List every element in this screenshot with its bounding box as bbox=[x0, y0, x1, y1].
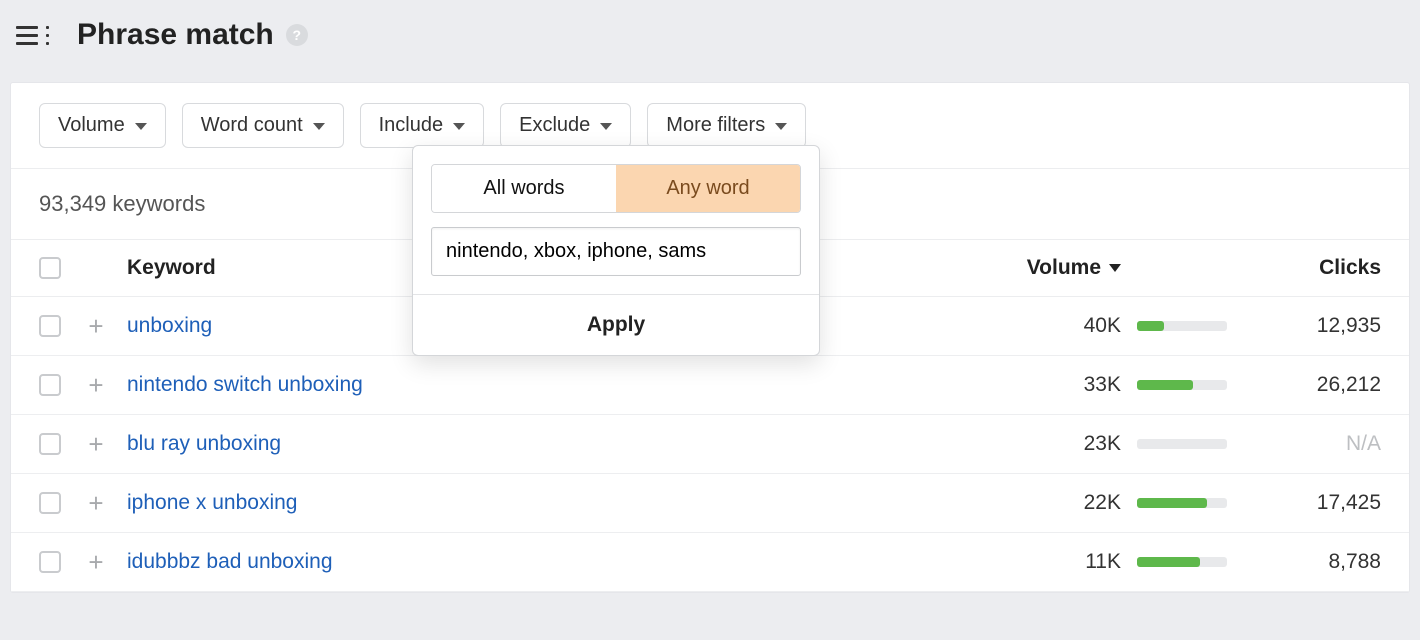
word-count-filter-button[interactable]: Word count bbox=[182, 103, 344, 148]
clicks-bar bbox=[1137, 321, 1227, 331]
include-terms-input[interactable] bbox=[431, 227, 801, 276]
clicks-bar bbox=[1137, 498, 1227, 508]
include-apply-button[interactable]: Apply bbox=[413, 294, 819, 355]
add-keyword-button[interactable]: + bbox=[83, 431, 109, 457]
row-checkbox[interactable] bbox=[39, 492, 61, 514]
hamburger-menu-button[interactable] bbox=[16, 21, 49, 49]
exclude-filter-button[interactable]: Exclude bbox=[500, 103, 631, 148]
segment-all-words[interactable]: All words bbox=[432, 165, 616, 212]
clicks-value: 8,788 bbox=[1231, 550, 1381, 574]
chevron-down-icon bbox=[135, 123, 147, 130]
chevron-down-icon bbox=[313, 123, 325, 130]
add-keyword-button[interactable]: + bbox=[83, 372, 109, 398]
add-keyword-button[interactable]: + bbox=[83, 549, 109, 575]
segment-any-word[interactable]: Any word bbox=[616, 165, 800, 212]
volume-value: 40K bbox=[971, 314, 1121, 338]
include-filter-label: Include bbox=[379, 114, 444, 137]
keyword-link[interactable]: blu ray unboxing bbox=[127, 432, 971, 456]
add-keyword-button[interactable]: + bbox=[83, 313, 109, 339]
main-panel: Volume Word count Include Exclude More f… bbox=[10, 82, 1410, 593]
column-header-clicks[interactable]: Clicks bbox=[1231, 256, 1381, 280]
add-keyword-button[interactable]: + bbox=[83, 490, 109, 516]
clicks-bar bbox=[1137, 439, 1227, 449]
help-icon[interactable]: ? bbox=[286, 24, 308, 46]
table-row: + idubbbz bad unboxing11K 8,788 bbox=[11, 533, 1409, 592]
clicks-value: 12,935 bbox=[1231, 314, 1381, 338]
table-row: + iphone x unboxing22K 17,425 bbox=[11, 474, 1409, 533]
exclude-filter-label: Exclude bbox=[519, 114, 590, 137]
filters-bar: Volume Word count Include Exclude More f… bbox=[11, 83, 1409, 169]
more-filters-button[interactable]: More filters bbox=[647, 103, 806, 148]
row-checkbox[interactable] bbox=[39, 315, 61, 337]
table-row: + nintendo switch unboxing33K 26,212 bbox=[11, 356, 1409, 415]
hamburger-icon bbox=[16, 21, 44, 49]
volume-value: 22K bbox=[971, 491, 1121, 515]
volume-filter-label: Volume bbox=[58, 114, 125, 137]
hamburger-dots-icon bbox=[46, 26, 49, 45]
table-row: + blu ray unboxing23K N/A bbox=[11, 415, 1409, 474]
include-filter-popup: All words Any word Apply bbox=[412, 145, 820, 356]
clicks-value: N/A bbox=[1231, 432, 1381, 456]
more-filters-label: More filters bbox=[666, 114, 765, 137]
row-checkbox[interactable] bbox=[39, 374, 61, 396]
chevron-down-icon bbox=[775, 123, 787, 130]
app-header: Phrase match ? bbox=[0, 0, 1420, 76]
volume-filter-button[interactable]: Volume bbox=[39, 103, 166, 148]
volume-value: 11K bbox=[971, 550, 1121, 574]
clicks-bar bbox=[1137, 380, 1227, 390]
sort-desc-icon bbox=[1109, 264, 1121, 272]
include-mode-segmented: All words Any word bbox=[431, 164, 801, 213]
page-title: Phrase match bbox=[77, 18, 274, 52]
row-checkbox[interactable] bbox=[39, 551, 61, 573]
include-filter-button[interactable]: Include bbox=[360, 103, 485, 148]
keyword-link[interactable]: nintendo switch unboxing bbox=[127, 373, 971, 397]
clicks-value: 26,212 bbox=[1231, 373, 1381, 397]
column-header-volume-label: Volume bbox=[1027, 256, 1101, 280]
word-count-filter-label: Word count bbox=[201, 114, 303, 137]
chevron-down-icon bbox=[600, 123, 612, 130]
keyword-link[interactable]: iphone x unboxing bbox=[127, 491, 971, 515]
volume-value: 23K bbox=[971, 432, 1121, 456]
keyword-link[interactable]: idubbbz bad unboxing bbox=[127, 550, 971, 574]
chevron-down-icon bbox=[453, 123, 465, 130]
volume-value: 33K bbox=[971, 373, 1121, 397]
row-checkbox[interactable] bbox=[39, 433, 61, 455]
select-all-checkbox[interactable] bbox=[39, 257, 61, 279]
clicks-bar bbox=[1137, 557, 1227, 567]
clicks-value: 17,425 bbox=[1231, 491, 1381, 515]
column-header-volume[interactable]: Volume bbox=[971, 256, 1121, 280]
